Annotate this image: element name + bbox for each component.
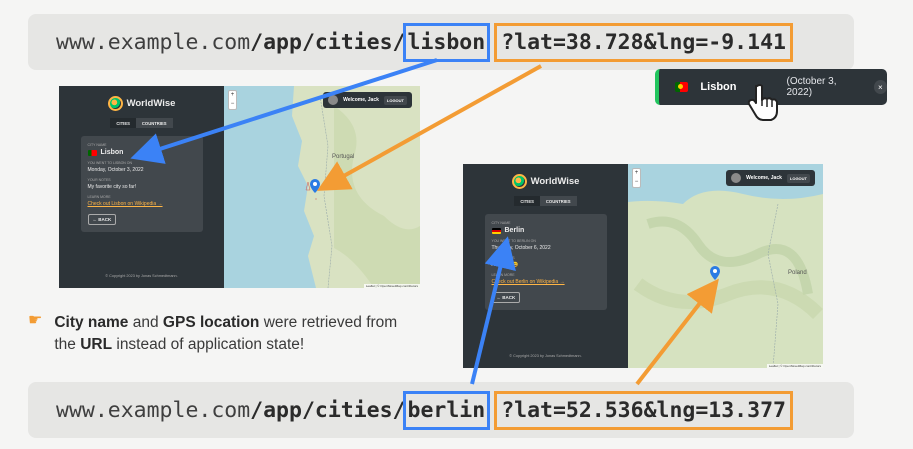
copyright: © Copyright 2023 by Jonas Schmedtmann. [105,274,178,278]
app-screenshot-lisbon: WorldWise CITIES COUNTRIES CITY NAME Lis… [59,86,420,288]
zoom-in-button[interactable]: + [633,169,640,178]
map-country-label: Portugal [332,154,354,160]
zoom-in-button[interactable]: + [229,91,236,100]
tabs: CITIES COUNTRIES [59,118,224,128]
map-marker-icon[interactable] [710,266,720,280]
city-heading: Berlin [491,227,600,234]
note-text-1: and [128,314,163,331]
city-label: CITY NAME [87,143,107,147]
brand-name: WorldWise [530,176,580,187]
notes: My favorite city so far! [87,184,137,190]
url-bar-top: www.example.com/app/cities/lisbon ?lat=38… [28,14,854,70]
logout-button[interactable]: LOGOUT [383,95,407,105]
visited-date: Monday, October 3, 2022 [87,167,144,173]
delete-city-button[interactable]: × [873,80,888,94]
welcome-text: Welcome, Jack [746,175,782,181]
tab-cities[interactable]: CITIES [514,196,540,206]
wikipedia-link[interactable]: Check out Berlin on Wikipedia → [492,279,600,285]
user-box: Welcome, Jack LOGOUT [323,92,412,108]
map-attribution: Leaflet | © OpenStreetMap contributors [766,364,823,368]
user-box: Welcome, Jack LOGOUT [726,170,815,186]
portugal-flag-icon [87,149,97,156]
map[interactable]: Poland + − Welcome, Jack LOGOUT Leaflet |… [628,164,823,368]
learn-label: LEARN MORE [491,273,515,277]
logo: WorldWise [59,96,224,111]
note-bold-gps: GPS location [162,314,260,331]
back-button[interactable]: ← BACK [491,292,521,303]
pointing-hand-icon: ☛ [28,312,43,329]
url-path: /app/cities/ [250,29,406,55]
sidebar: WorldWise CITIES COUNTRIES CITY NAME Lis… [59,86,224,288]
wikipedia-link[interactable]: Check out Lisbon on Wikipedia → [88,201,196,207]
url-city-param: lisbon [402,22,491,62]
zoom-control[interactable]: + − [228,90,237,110]
zoom-out-button[interactable]: − [229,100,236,109]
note-bold-url: URL [80,336,113,353]
logo: WorldWise [463,174,628,189]
app-screenshot-berlin: WorldWise CITIES COUNTRIES CITY NAME Ber… [463,164,823,368]
url-path: /app/cities/ [250,397,406,423]
tab-countries[interactable]: COUNTRIES [539,196,577,206]
visited-date: Thursday, October 6, 2022 [491,245,551,251]
city-details: CITY NAME Berlin YOU WENT TO BERLIN ON T… [484,214,607,310]
learn-label: LEARN MORE [87,195,111,199]
logout-button[interactable]: LOGOUT [786,173,810,183]
portugal-flag-icon [675,82,689,92]
url-city-param: berlin [402,390,491,430]
zoom-out-button[interactable]: − [633,178,640,187]
city-name: Berlin [504,227,525,234]
map-terrain: Portugal [224,86,420,288]
map-country-label: Poland [788,270,807,276]
map-terrain: Poland [628,164,823,368]
city-label: CITY NAME [491,221,511,225]
back-button[interactable]: ← BACK [87,214,117,225]
notes-label: YOUR NOTES [491,256,515,260]
visited-label: YOU WENT TO LISBON ON [87,161,133,165]
notes-label: YOUR NOTES [87,178,111,182]
url-bar-bottom: www.example.com/app/cities/berlin ?lat=52… [28,382,854,438]
brand-name: WorldWise [126,98,176,109]
germany-flag-icon [491,227,501,234]
url-host: www.example.com [56,397,251,423]
copyright: © Copyright 2023 by Jonas Schmedtmann. [509,354,582,358]
city-details: CITY NAME Lisbon YOU WENT TO LISBON ON M… [80,136,203,232]
note-bold-city: City name [54,314,129,331]
avatar [328,95,339,105]
tabs: CITIES COUNTRIES [463,196,628,206]
toast-city-name: Lisbon [700,81,737,93]
visited-label: YOU WENT TO BERLIN ON [491,239,536,243]
explanation-note: ☛ City name and GPS location were retrie… [28,312,414,356]
url-query-string: ?lat=52.536&lng=13.377 [494,390,793,430]
map[interactable]: Portugal + − Welcome, Jack LOGOUT Leaflet… [224,86,420,288]
url-query-string: ?lat=38.728&lng=-9.141 [494,22,793,62]
toast-date: (October 3, 2022) [786,76,837,98]
note-text-3: instead of application state! [112,336,305,353]
tab-countries[interactable]: COUNTRIES [135,118,173,128]
city-heading: Lisbon [87,149,196,156]
notes: Amazing 😃 [491,262,519,268]
globe-logo-icon [107,96,123,111]
zoom-control[interactable]: + − [632,168,641,188]
avatar [731,173,742,183]
sidebar: WorldWise CITIES COUNTRIES CITY NAME Ber… [463,164,628,368]
map-attribution: Leaflet | © OpenStreetMap contributors [363,284,420,288]
map-marker-icon[interactable] [310,179,320,193]
url-host: www.example.com [56,29,251,55]
note-text: City name and GPS location were retrieve… [54,312,414,356]
welcome-text: Welcome, Jack [343,97,379,103]
globe-logo-icon [511,174,527,189]
city-name: Lisbon [100,149,124,156]
tab-cities[interactable]: CITIES [110,118,136,128]
hand-cursor-icon [747,84,778,121]
